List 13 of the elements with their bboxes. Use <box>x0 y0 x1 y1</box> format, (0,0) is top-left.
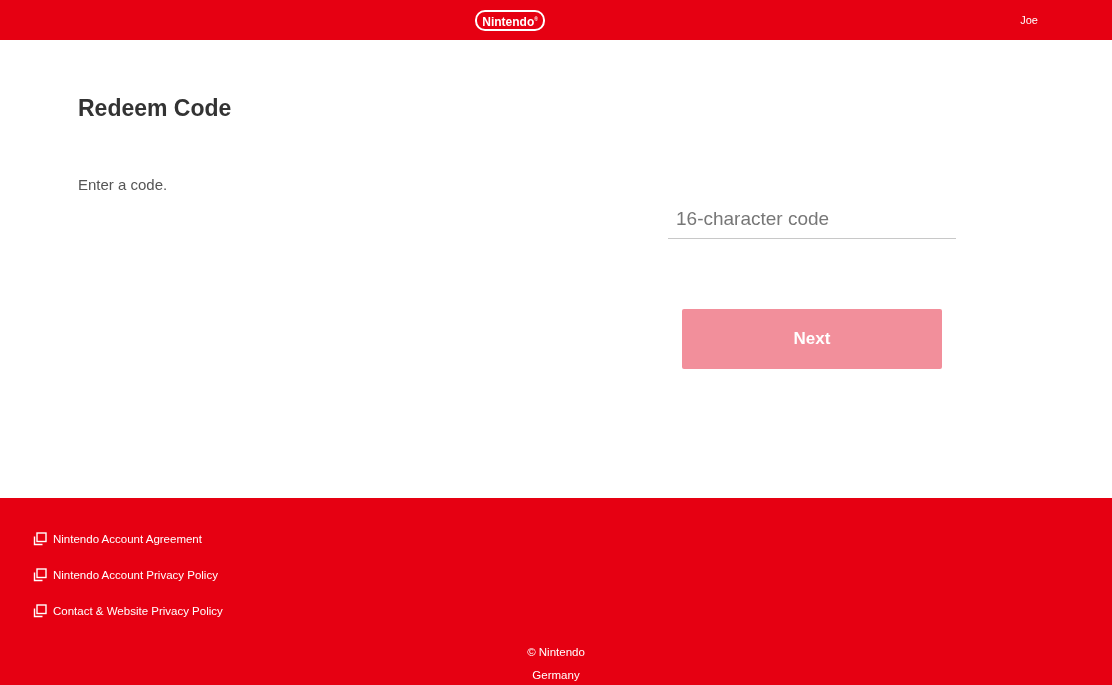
footer-link[interactable]: Nintendo Account Agreement <box>53 532 202 545</box>
overlapping-squares-icon <box>33 531 47 546</box>
overlapping-squares-icon <box>33 603 47 618</box>
region-link[interactable]: Germany <box>532 668 580 682</box>
overlapping-squares-icon <box>33 567 47 582</box>
instruction-text: Enter a code. <box>78 176 168 194</box>
footer-link[interactable]: Nintendo Account Privacy Policy <box>53 568 218 581</box>
copyright-text: © Nintendo <box>527 645 585 659</box>
logo[interactable]: Nintendo$^{®}$ <box>475 9 545 31</box>
page-title: Redeem Code <box>78 94 232 123</box>
code-input-field[interactable]: 16-character code <box>668 208 956 239</box>
user-name[interactable]: Joe <box>1020 14 1038 26</box>
footer-link[interactable]: Contact & Website Privacy Policy <box>53 604 223 617</box>
